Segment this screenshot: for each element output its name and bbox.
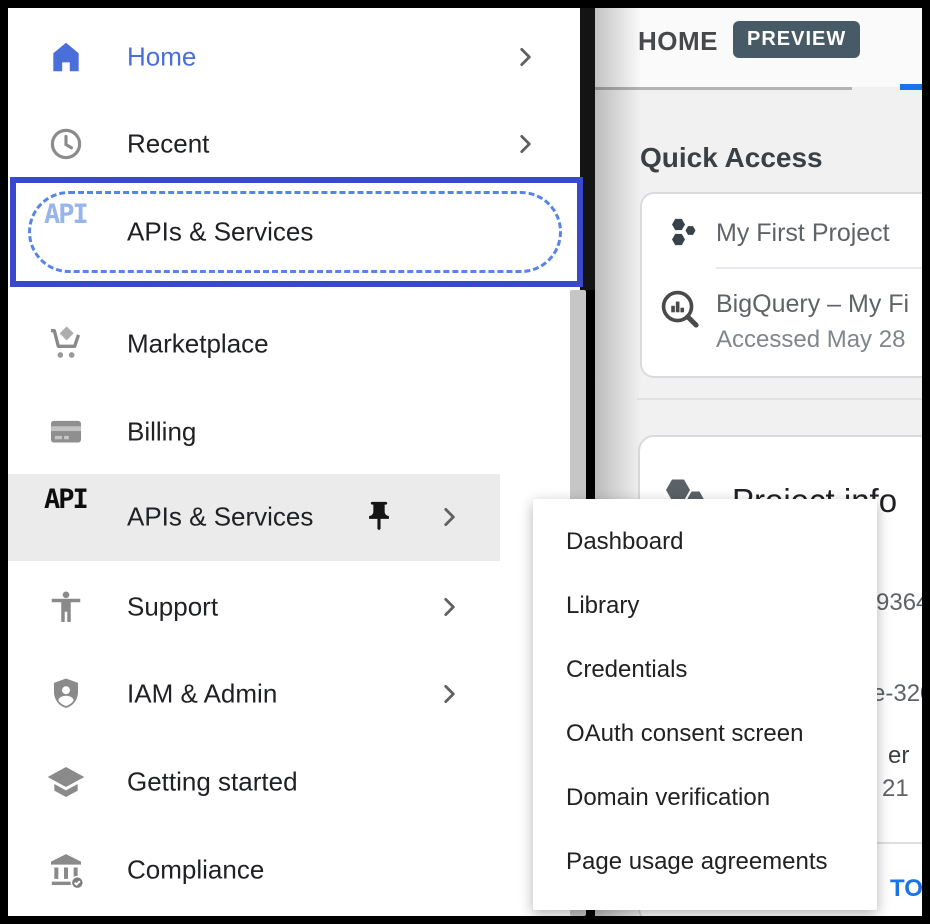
compliance-bank-icon bbox=[46, 850, 86, 890]
preview-badge: PREVIEW bbox=[733, 21, 860, 58]
frame-border bbox=[0, 0, 930, 8]
frame-border bbox=[0, 916, 930, 924]
text-fragment-er: er bbox=[888, 742, 909, 770]
nav-label: APIs & Services bbox=[127, 502, 313, 533]
pin-icon[interactable] bbox=[362, 499, 396, 538]
text-fragment-21: 21 bbox=[882, 775, 909, 803]
submenu-item-oauth-consent-screen[interactable]: OAuth consent screen bbox=[566, 720, 803, 752]
tab-home[interactable]: HOME bbox=[638, 26, 718, 57]
go-to-link-fragment[interactable]: TO bbox=[890, 875, 922, 903]
getting-started-school-icon bbox=[46, 762, 86, 802]
frame-border bbox=[922, 0, 930, 924]
nav-label: Home bbox=[127, 42, 196, 73]
chevron-right-icon bbox=[436, 681, 462, 712]
quick-access-title: Quick Access bbox=[640, 142, 823, 174]
nav-item-iam-admin[interactable]: IAM & Admin bbox=[8, 650, 580, 738]
api-icon: API bbox=[44, 479, 87, 519]
selection-focus-ring bbox=[28, 191, 562, 273]
nav-item-home[interactable]: Home bbox=[8, 13, 580, 101]
nav-item-apis-services[interactable]: API APIs & Services bbox=[8, 473, 580, 561]
project-number-fragment: 9364 bbox=[876, 589, 922, 617]
quick-access-card: My First Project BigQuery – My Fi Access… bbox=[640, 192, 922, 378]
section-divider bbox=[637, 398, 922, 400]
header-divider bbox=[595, 87, 852, 90]
nav-item-support[interactable]: Support bbox=[8, 563, 580, 651]
nav-item-compliance[interactable]: Compliance bbox=[8, 826, 580, 914]
submenu-item-page-usage-agreements[interactable]: Page usage agreements bbox=[566, 848, 828, 880]
nav-label: Billing bbox=[127, 417, 196, 448]
submenu-item-dashboard[interactable]: Dashboard bbox=[566, 528, 683, 560]
nav-label: Getting started bbox=[127, 767, 298, 798]
card-divider bbox=[716, 267, 922, 269]
bigquery-icon bbox=[658, 287, 704, 338]
support-person-icon bbox=[46, 587, 86, 627]
nav-label: Compliance bbox=[127, 855, 264, 886]
nav-label: Support bbox=[127, 592, 218, 623]
iam-shield-icon bbox=[46, 674, 86, 714]
submenu-item-credentials[interactable]: Credentials bbox=[566, 656, 687, 688]
nav-drawer: Home Recent API APIs & Services bbox=[8, 8, 580, 916]
home-icon bbox=[46, 37, 86, 77]
active-tab-underline bbox=[900, 84, 922, 90]
chevron-right-icon bbox=[512, 131, 538, 162]
nav-item-getting-started[interactable]: Getting started bbox=[8, 738, 580, 826]
submenu-item-library[interactable]: Library bbox=[566, 592, 639, 624]
frame-border bbox=[0, 0, 8, 924]
project-id-fragment: e-320 bbox=[872, 680, 922, 708]
billing-card-icon bbox=[46, 412, 86, 452]
nav-label: Marketplace bbox=[127, 329, 269, 360]
screenshot-root: HOME PREVIEW Quick Access My First Proje… bbox=[0, 0, 930, 924]
recent-item-title[interactable]: BigQuery – My Fi bbox=[716, 290, 909, 319]
recent-item-subtitle: Accessed May 28 bbox=[716, 326, 905, 354]
marketplace-cart-icon bbox=[46, 324, 86, 364]
nav-item-marketplace[interactable]: Marketplace bbox=[8, 300, 580, 388]
nav-label: IAM & Admin bbox=[127, 679, 277, 710]
chevron-right-icon bbox=[512, 44, 538, 75]
chevron-right-icon bbox=[436, 594, 462, 625]
quick-access-project[interactable]: My First Project bbox=[716, 219, 890, 248]
nav-item-billing[interactable]: Billing bbox=[8, 388, 580, 476]
submenu-item-domain-verification[interactable]: Domain verification bbox=[566, 784, 770, 816]
clock-icon bbox=[46, 124, 86, 164]
project-hexagons-icon bbox=[669, 216, 699, 253]
chevron-right-icon bbox=[436, 504, 462, 535]
nav-label: Recent bbox=[127, 129, 209, 160]
apis-services-submenu: Dashboard Library Credentials OAuth cons… bbox=[533, 499, 877, 910]
nav-item-recent[interactable]: Recent bbox=[8, 100, 580, 188]
